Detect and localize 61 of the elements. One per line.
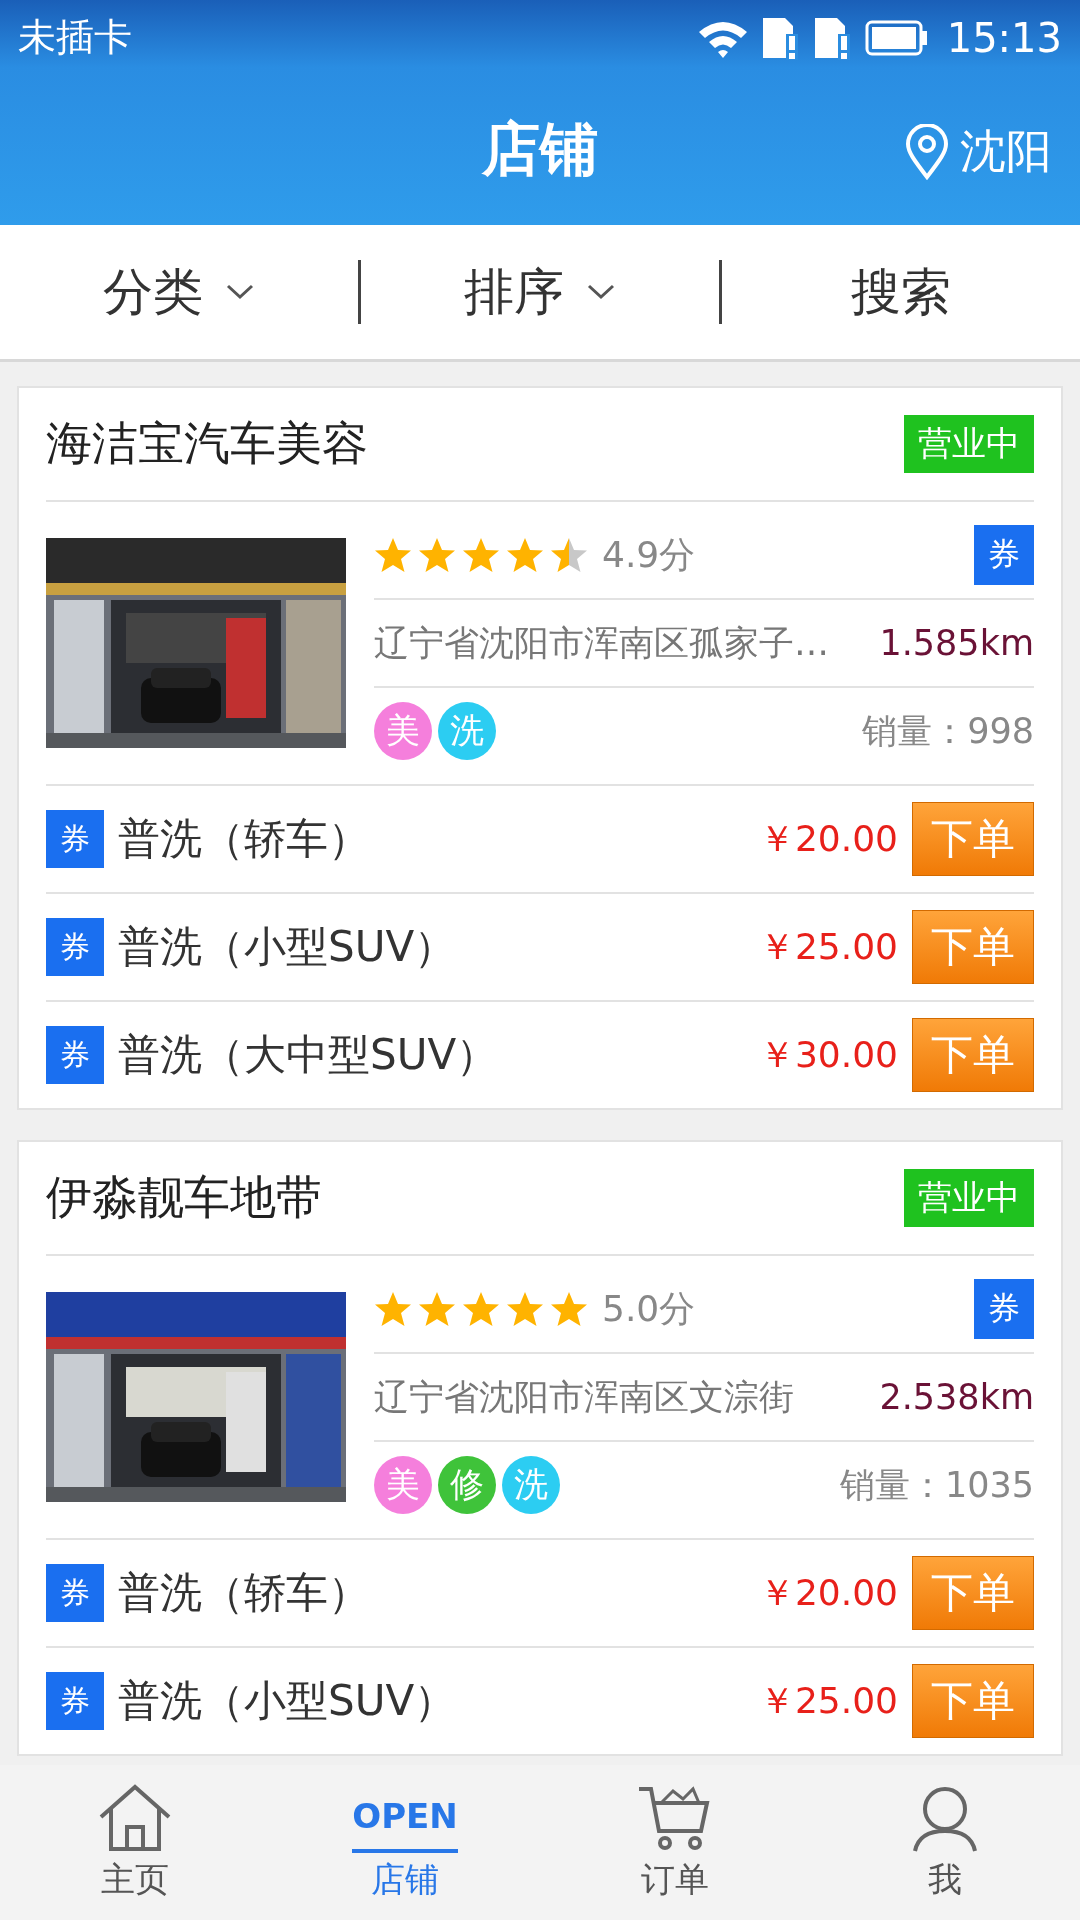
service-tag: 洗 [502,1456,560,1514]
coupon-badge: 券 [46,1672,104,1730]
nav-tab[interactable]: 订单 [540,1765,810,1920]
star-icon [374,1291,412,1327]
shop-address: 辽宁省沈阳市浑南区文淙街 [374,1375,795,1419]
star-icon [418,1291,456,1327]
star-icon [374,537,412,573]
distance-text: 2.538km [879,1377,1034,1417]
service-name: 普洗（轿车） [118,1567,371,1619]
service-tag: 美 [374,702,432,760]
clock-text: 15:13 [946,14,1062,61]
filter-button[interactable]: 排序 [361,225,719,359]
coupon-badge: 券 [46,810,104,868]
carrier-text: 未插卡 [18,14,132,61]
shop-name[interactable]: 伊淼靓车地带 [46,1167,322,1229]
star-icon [462,1291,500,1327]
nav-tab[interactable]: 我 [810,1765,1080,1920]
location-pin-icon [904,124,950,180]
sales-count: 销量：998 [862,709,1034,753]
service-name: 普洗（大中型SUV） [118,1029,500,1081]
filter-button[interactable]: 分类 [0,225,358,359]
chevron-down-icon [225,283,255,301]
sim-alert-icon [760,15,801,60]
rating-score: 4.9分 [602,532,697,577]
star-icon [506,1291,544,1327]
star-icon [506,537,544,573]
sales-count: 销量：1035 [839,1463,1034,1507]
price-text: ￥25.00 [758,1678,898,1723]
star-icon [550,1291,588,1327]
battery-icon [864,19,929,56]
coupon-badge: 券 [46,1564,104,1622]
distance-text: 1.585km [879,623,1034,663]
filter-button[interactable]: 搜索 [722,225,1080,359]
service-name: 普洗（轿车） [118,813,371,865]
star-icon [550,537,588,573]
coupon-badge: 券 [974,525,1034,585]
house-icon [97,1782,173,1853]
star-icon [418,537,456,573]
coupon-badge: 券 [46,918,104,976]
coupon-badge: 券 [974,1279,1034,1339]
service-name: 普洗（小型SUV） [118,1675,458,1727]
service-tag: 洗 [438,702,496,760]
service-name: 普洗（小型SUV） [118,921,458,973]
status-badge: 营业中 [904,415,1034,473]
star-icon [462,537,500,573]
status-badge: 营业中 [904,1169,1034,1227]
service-tag: 修 [438,1456,496,1514]
price-text: ￥20.00 [758,1570,898,1615]
nav-tab[interactable]: OPEN 店铺 [270,1765,540,1920]
price-text: ￥30.00 [758,1032,898,1077]
rating-score: 5.0分 [602,1286,697,1331]
coupon-badge: 券 [46,1026,104,1084]
chevron-down-icon [586,283,616,301]
shop-name[interactable]: 海洁宝汽车美容 [46,413,368,475]
price-text: ￥25.00 [758,924,898,969]
page-title: 店铺 [482,114,598,185]
price-text: ￥20.00 [758,816,898,861]
service-tag: 美 [374,1456,432,1514]
shop-address: 辽宁省沈阳市浑南区孤家子… [374,621,830,665]
nav-tab[interactable]: 主页 [0,1765,270,1920]
sim-alert-icon [812,15,853,60]
